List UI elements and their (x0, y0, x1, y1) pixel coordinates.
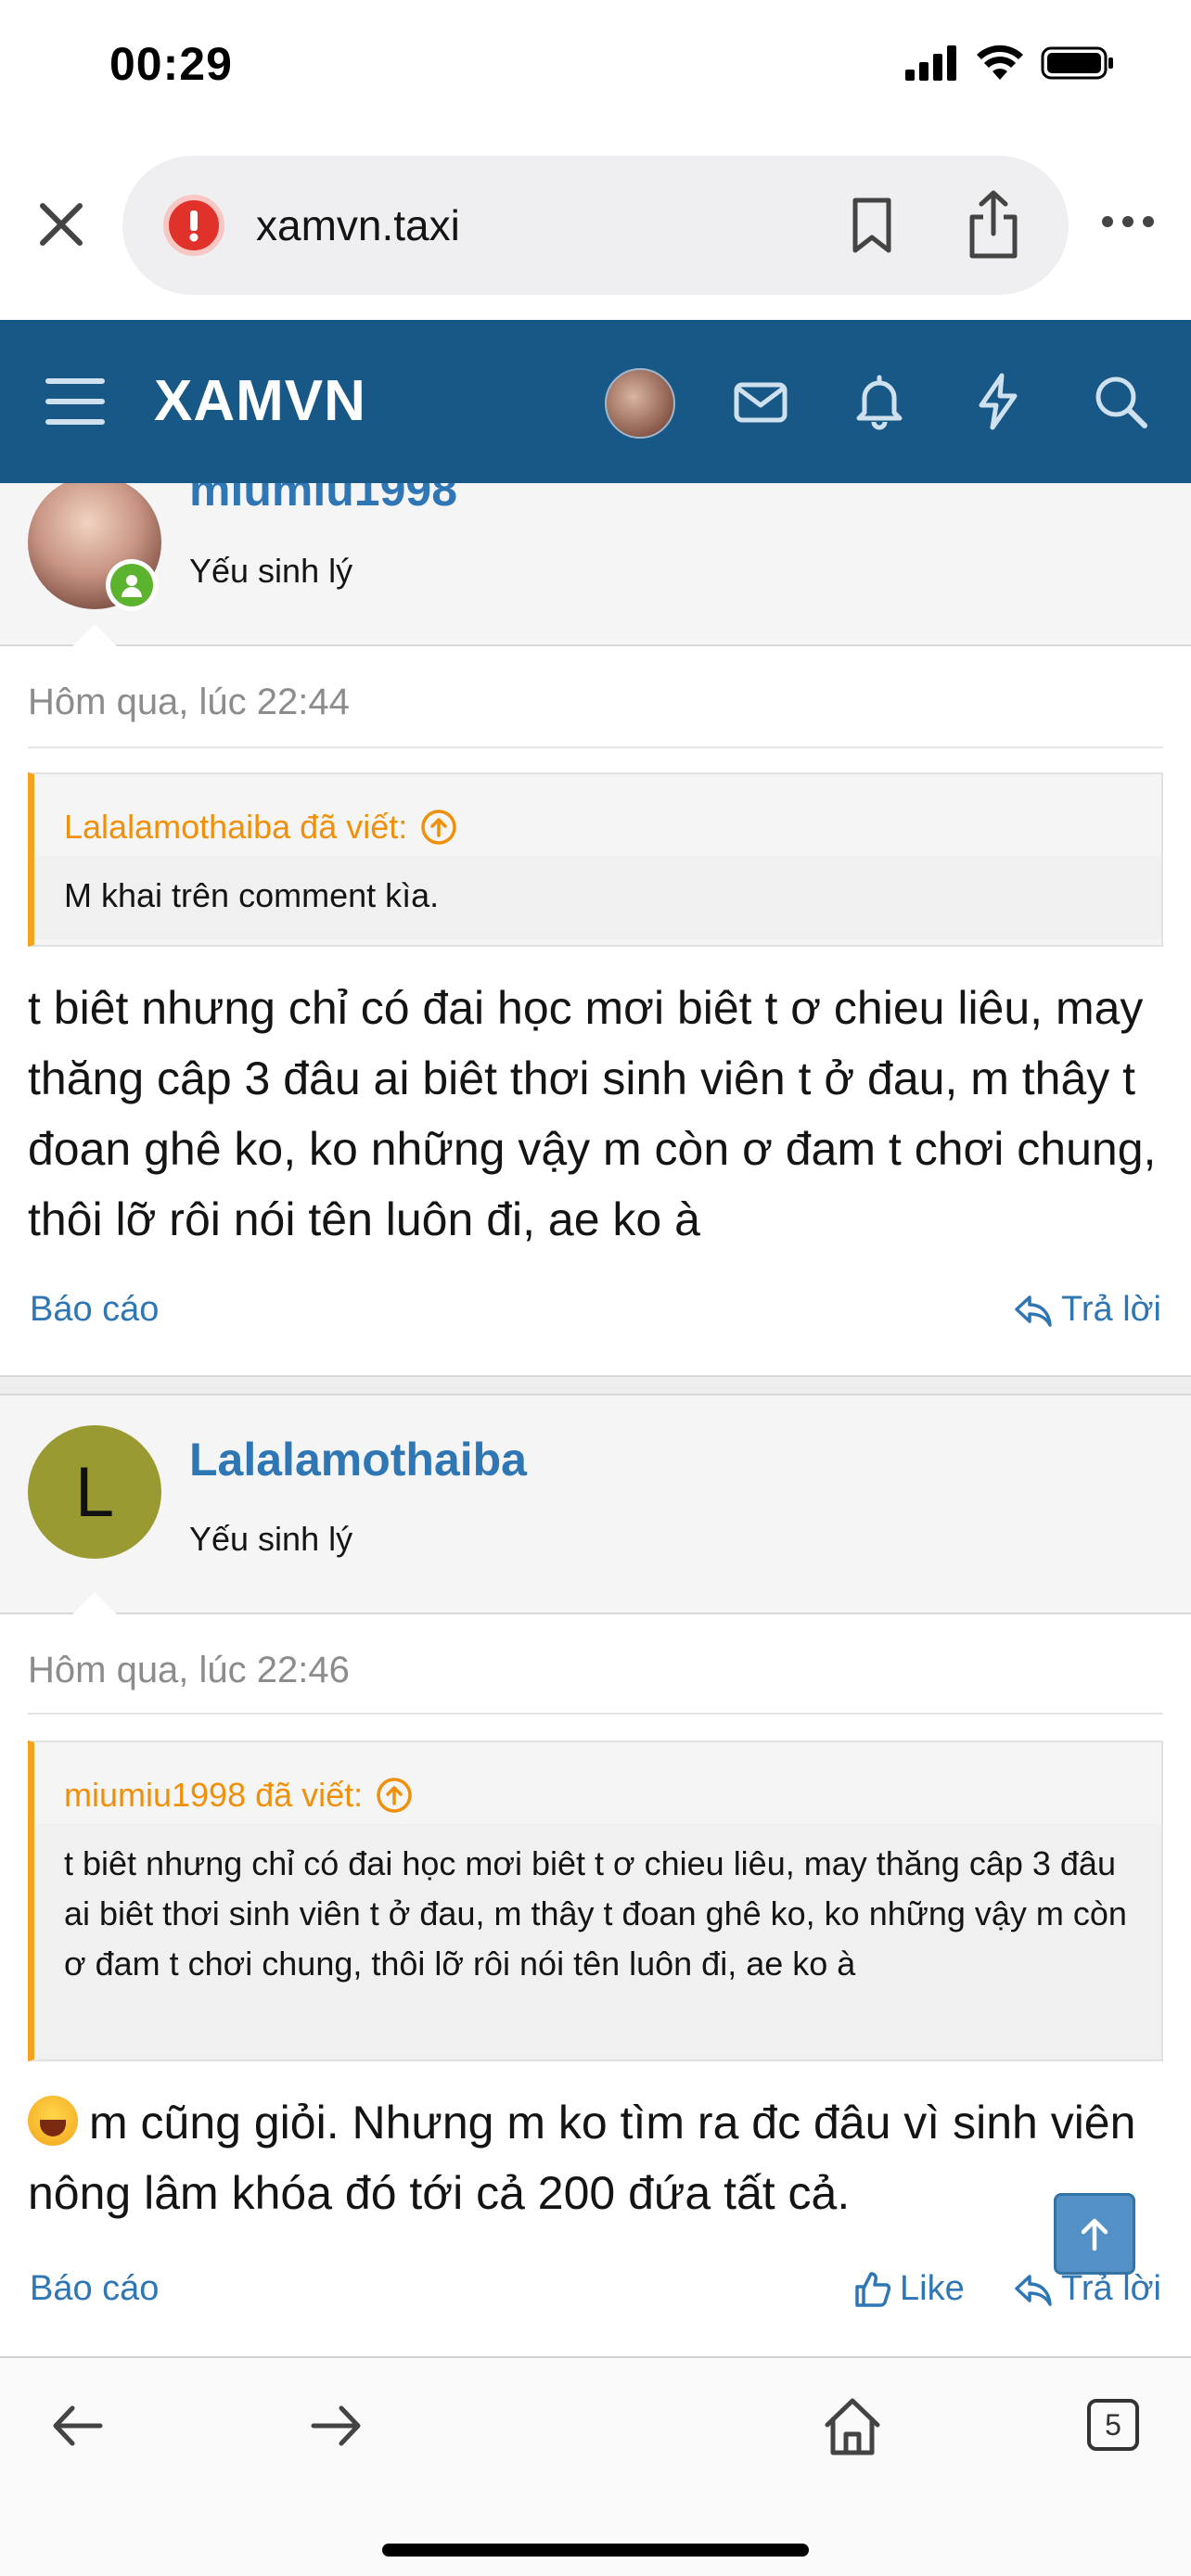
reply-label[interactable]: Trả lời (1061, 1290, 1161, 1330)
reply-icon (1015, 1294, 1052, 1327)
reply-icon (1015, 2274, 1052, 2306)
bookmark-icon (852, 198, 891, 253)
post-pointer (70, 622, 119, 646)
post-separator (0, 1375, 1191, 1396)
whats-new-button[interactable] (968, 372, 1028, 431)
user-online-icon (122, 575, 142, 597)
divider (28, 1713, 1163, 1715)
address-bar[interactable]: xamvn.taxi (122, 156, 1069, 295)
envelope-icon (734, 382, 788, 423)
report-label[interactable]: Báo cáo (30, 1290, 159, 1330)
alerts-button[interactable] (850, 372, 909, 431)
share-button[interactable] (961, 187, 1026, 261)
post-pointer (70, 1590, 119, 1614)
arrow-up-icon (1081, 2218, 1108, 2251)
thread-content: miumiu1998 Yếu sinh lý Hôm qua, lúc 22:4… (0, 483, 1191, 2356)
share-icon (969, 190, 1018, 259)
like-label[interactable]: Like (900, 2269, 965, 2309)
quote-author[interactable]: Lalalamothaiba đã viết: (64, 808, 407, 847)
post-user-block: miumiu1998 Yếu sinh lý (0, 483, 1191, 646)
quote-block: miumiu1998 đã viết: t biêt nhưng chỉ có … (28, 1741, 1163, 2061)
online-badge (106, 559, 158, 611)
quote-block: Lalalamothaiba đã viết: M khai trên comm… (28, 772, 1163, 947)
bell-icon (856, 375, 903, 430)
reply-label[interactable]: Trả lời (1061, 2269, 1161, 2309)
post-body-text: m cũng giỏi. Nhưng m ko tìm ra đc đâu vì… (28, 2097, 1136, 2219)
battery-icon (1041, 46, 1113, 80)
ellipsis-icon (1102, 216, 1154, 227)
status-icons (905, 45, 1115, 82)
laughing-emoji-icon (28, 2096, 78, 2146)
home-indicator (382, 2544, 809, 2557)
divider (28, 746, 1163, 748)
report-link[interactable]: Báo cáo (30, 2269, 159, 2309)
bookmark-button[interactable] (846, 195, 898, 256)
hamburger-icon (45, 378, 105, 425)
username-link[interactable]: miumiu1998 (189, 483, 457, 516)
jump-to-quote-icon[interactable] (376, 1777, 413, 1814)
quote-text: t biêt nhưng chỉ có đai học mơi biêt t ơ… (34, 1824, 1161, 2060)
inbox-button[interactable] (731, 372, 790, 431)
close-icon (40, 203, 83, 246)
forward-button[interactable] (304, 2393, 369, 2458)
close-tab-button[interactable] (33, 197, 89, 252)
search-icon (1095, 376, 1147, 428)
home-button[interactable] (820, 2393, 885, 2458)
url-text[interactable]: xamvn.taxi (256, 200, 460, 250)
user-title: Yếu sinh lý (189, 1520, 353, 1558)
back-button[interactable] (45, 2393, 109, 2458)
security-warning-icon[interactable] (163, 195, 224, 256)
home-icon (825, 2398, 880, 2455)
arrow-right-icon (311, 2405, 361, 2446)
browser-toolbar: 5 (0, 2356, 1191, 2576)
post-body: m cũng giỏi. Nhưng m ko tìm ra đc đâu vì… (28, 2087, 1169, 2228)
username-link[interactable]: Lalalamothaiba (189, 1433, 527, 1486)
post-timestamp[interactable]: Hôm qua, lúc 22:46 (28, 1650, 350, 1691)
menu-button[interactable] (45, 374, 106, 429)
user-title: Yếu sinh lý (189, 552, 353, 590)
scroll-to-top-button[interactable] (1054, 2193, 1135, 2275)
report-label[interactable]: Báo cáo (30, 2269, 159, 2309)
status-bar: 00:29 (0, 0, 1191, 139)
jump-to-quote-icon[interactable] (420, 809, 457, 846)
reply-button[interactable]: Trả lời (1013, 2269, 1161, 2309)
post-body: t biêt nhưng chỉ có đai học mơi biêt t ơ… (28, 982, 1157, 1245)
status-time: 00:29 (109, 38, 233, 90)
signal-icon (905, 45, 956, 81)
site-logo[interactable]: XAMVN (154, 368, 366, 434)
post-user-block: L Lalalamothaiba Yếu sinh lý (0, 1396, 1191, 1614)
like-button[interactable]: Like (853, 2269, 965, 2309)
quote-header[interactable]: Lalalamothaiba đã viết: (34, 774, 1161, 856)
quote-text: M khai trên comment kìa. (34, 856, 1161, 939)
site-header: XAMVN (0, 320, 1191, 483)
tabs-button[interactable]: 5 (1087, 2399, 1139, 2451)
report-link[interactable]: Báo cáo (30, 1290, 159, 1330)
quote-author[interactable]: miumiu1998 đã viết: (64, 1776, 363, 1815)
reply-button[interactable]: Trả lời (1013, 1290, 1161, 1330)
more-menu-button[interactable] (1100, 208, 1156, 236)
post-timestamp[interactable]: Hôm qua, lúc 22:44 (28, 682, 350, 723)
lightning-icon (979, 373, 1018, 430)
browser-bar: xamvn.taxi (0, 139, 1191, 320)
thumbs-up-icon (855, 2271, 891, 2307)
arrow-left-icon (53, 2405, 103, 2446)
user-avatar[interactable]: L (28, 1425, 161, 1559)
search-button[interactable] (1091, 372, 1150, 431)
quote-header[interactable]: miumiu1998 đã viết: (34, 1742, 1161, 1824)
account-avatar[interactable] (605, 368, 675, 439)
wifi-icon (977, 45, 1023, 80)
